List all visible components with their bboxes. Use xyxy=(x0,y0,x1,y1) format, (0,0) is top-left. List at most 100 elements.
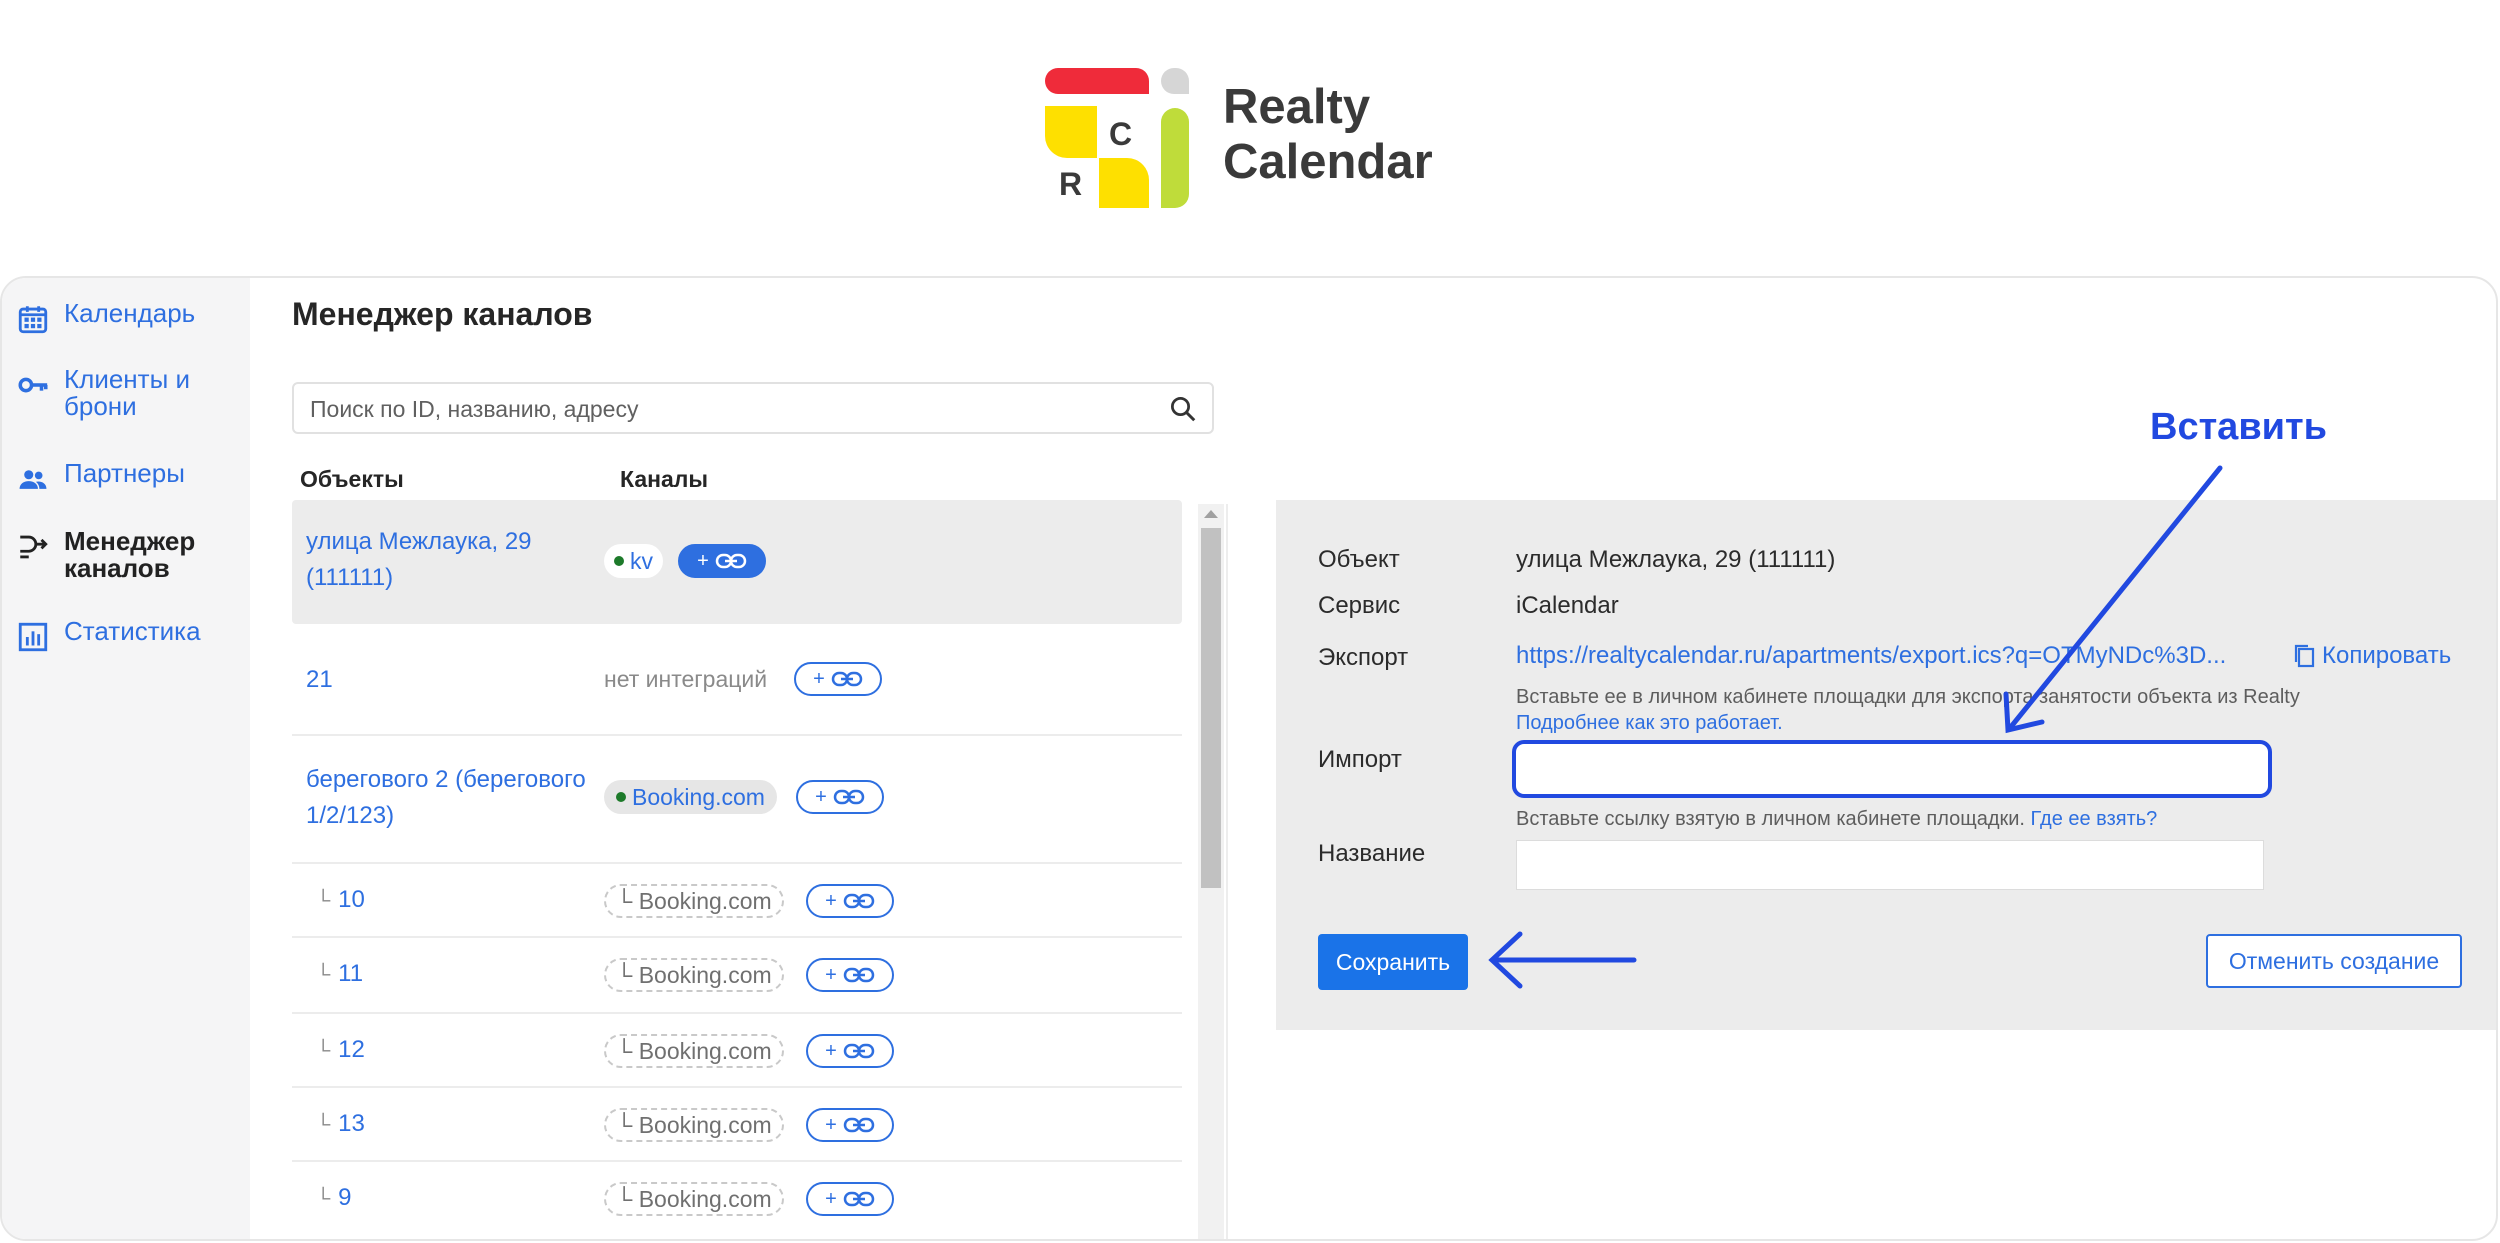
search-input[interactable] xyxy=(308,392,1132,426)
import-label: Импорт xyxy=(1318,746,1402,773)
panel-divider xyxy=(1226,504,1228,1239)
table-row[interactable]: берегового 2 (берегового 1/2/123) Bookin… xyxy=(292,736,1182,864)
add-link-button[interactable]: + xyxy=(806,884,894,918)
export-more-link[interactable]: Подробнее как это работает. xyxy=(1516,712,1783,735)
object-name-text: 12 xyxy=(338,1036,365,1063)
tree-connector: └ xyxy=(616,1112,633,1138)
link-icon xyxy=(843,1191,875,1207)
import-url-input[interactable] xyxy=(1512,740,2272,798)
tree-connector: └ xyxy=(616,1186,633,1212)
logo-letter-c: C xyxy=(1109,116,1133,152)
save-button[interactable]: Сохранить xyxy=(1318,934,1468,990)
table-row[interactable]: улица Межлаука, 29 (111111) kv + xyxy=(292,500,1182,624)
channel-manager-icon xyxy=(20,535,48,559)
tree-connector: └ xyxy=(316,964,331,986)
logo-yellow-shape-2 xyxy=(1099,158,1149,208)
add-link-plus: + xyxy=(815,786,827,808)
table-row[interactable]: └ 10 └ Booking.com + xyxy=(292,864,1182,938)
logo-red-shape xyxy=(1045,68,1149,94)
channel-chip-label: kv xyxy=(630,548,653,574)
add-link-plus: + xyxy=(825,964,837,986)
sidebar-item-calendar[interactable]: Календарь xyxy=(16,300,234,336)
object-name-link[interactable]: └ 9 xyxy=(316,1180,352,1217)
link-icon xyxy=(843,893,875,909)
people-icon xyxy=(19,470,47,489)
object-name-link[interactable]: └ 11 xyxy=(316,956,363,993)
add-link-plus: + xyxy=(825,1188,837,1210)
cancel-creation-button[interactable]: Отменить создание xyxy=(2206,934,2462,988)
page-title: Менеджер каналов xyxy=(292,296,593,332)
add-link-button[interactable]: + xyxy=(678,544,766,578)
logo-letter-r: R xyxy=(1059,166,1083,202)
channel-chip[interactable]: kv xyxy=(604,544,663,578)
add-link-button[interactable]: + xyxy=(806,958,894,992)
table-row[interactable]: 21 нет интеграций + xyxy=(292,624,1182,736)
sidebar-item-clients[interactable]: Клиенты и брони xyxy=(16,366,234,420)
objects-list: улица Межлаука, 29 (111111) kv + 21 нет … xyxy=(292,500,1182,1239)
channel-chip-label: Booking.com xyxy=(638,1112,772,1138)
add-link-button[interactable]: + xyxy=(794,662,882,696)
chart-icon xyxy=(18,622,48,652)
channel-form-panel: Объект улица Межлаука, 29 (111111) Серви… xyxy=(1276,500,2496,1030)
channel-chip[interactable]: └ Booking.com xyxy=(604,1034,784,1068)
table-row[interactable]: └ 13 └ Booking.com + xyxy=(292,1088,1182,1162)
brand-logo: C R Realty Calendar xyxy=(1043,64,1483,214)
tree-connector: └ xyxy=(316,890,331,912)
table-row[interactable]: └ 9 └ Booking.com + xyxy=(292,1162,1182,1239)
brand-name: Realty Calendar xyxy=(1223,80,1433,190)
list-scrollbar[interactable] xyxy=(1198,504,1224,1239)
logo-grey-shape xyxy=(1161,68,1189,94)
channel-chip[interactable]: └ Booking.com xyxy=(604,884,784,918)
link-icon xyxy=(831,671,863,687)
add-link-button[interactable]: + xyxy=(806,1182,894,1216)
object-name-text: 13 xyxy=(338,1110,365,1137)
object-name-text: 9 xyxy=(338,1184,352,1211)
copy-button[interactable]: Копировать xyxy=(2292,642,2451,670)
object-name-link[interactable]: └ 13 xyxy=(316,1106,365,1143)
object-label: Объект xyxy=(1318,546,1400,573)
scroll-up-arrow-icon[interactable] xyxy=(1204,510,1218,518)
add-link-plus: + xyxy=(825,890,837,912)
add-link-button[interactable]: + xyxy=(806,1108,894,1142)
name-input[interactable] xyxy=(1516,840,2264,890)
brand-name-line1: Realty xyxy=(1223,80,1371,134)
service-label: Сервис xyxy=(1318,592,1401,619)
sidebar-item-statistics[interactable]: Статистика xyxy=(16,618,234,654)
status-dot-icon xyxy=(616,792,626,802)
search-box xyxy=(292,382,1214,434)
link-icon xyxy=(843,1117,875,1133)
scrollbar-thumb[interactable] xyxy=(1201,528,1221,888)
tree-connector: └ xyxy=(616,888,633,914)
table-row[interactable]: └ 11 └ Booking.com + xyxy=(292,938,1182,1014)
channel-chip[interactable]: Booking.com xyxy=(604,780,777,814)
object-name-link[interactable]: берегового 2 (берегового 1/2/123) xyxy=(306,762,606,834)
add-link-button[interactable]: + xyxy=(806,1034,894,1068)
object-name-link[interactable]: 21 xyxy=(306,662,333,698)
channel-chip[interactable]: └ Booking.com xyxy=(604,958,784,992)
tree-connector: └ xyxy=(616,962,633,988)
add-link-plus: + xyxy=(825,1114,837,1136)
object-value: улица Межлаука, 29 (111111) xyxy=(1516,546,1836,573)
annotation-paste-label: Вставить xyxy=(2150,406,2328,448)
object-name-link[interactable]: └ 12 xyxy=(316,1032,365,1069)
search-icon[interactable] xyxy=(1168,394,1198,424)
tree-connector: └ xyxy=(316,1114,331,1136)
channel-chip[interactable]: └ Booking.com xyxy=(604,1182,784,1216)
export-url-link[interactable]: https://realtycalendar.ru/apartments/exp… xyxy=(1516,642,2276,670)
sidebar-item-label: Клиенты и брони xyxy=(64,364,191,421)
object-name-text: 10 xyxy=(338,886,365,913)
brand-name-line2: Calendar xyxy=(1223,135,1433,189)
object-name-link[interactable]: улица Межлаука, 29 (111111) xyxy=(306,524,606,596)
sidebar-item-channel-manager[interactable]: Менеджер каналов xyxy=(16,528,234,582)
column-header-channels: Каналы xyxy=(620,466,709,492)
channel-chip[interactable]: └ Booking.com xyxy=(604,1108,784,1142)
sidebar-item-partners[interactable]: Партнеры xyxy=(16,460,234,496)
copy-button-label: Копировать xyxy=(2322,642,2452,669)
export-hint: Вставьте ее в личном кабинете площадки д… xyxy=(1516,686,2300,708)
channel-chip-label: Booking.com xyxy=(638,888,772,914)
sidebar: Календарь Клиенты и брони Партнеры Менед… xyxy=(2,278,250,1239)
object-name-link[interactable]: └ 10 xyxy=(316,882,365,919)
where-to-get-link[interactable]: Где ее взять? xyxy=(2031,808,2158,830)
add-link-button[interactable]: + xyxy=(796,780,884,814)
table-row[interactable]: └ 12 └ Booking.com + xyxy=(292,1014,1182,1088)
